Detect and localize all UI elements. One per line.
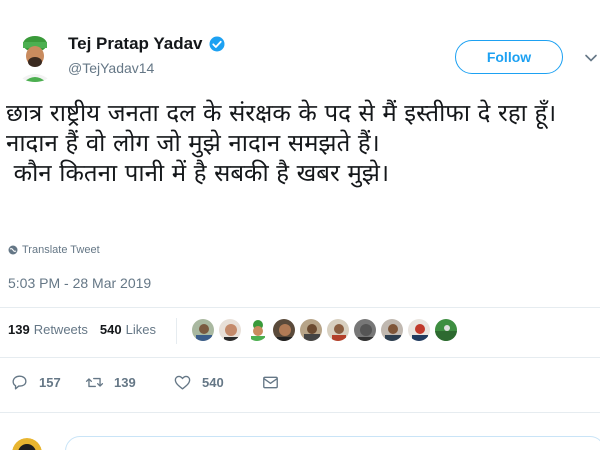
author-avatar[interactable] [10,32,60,82]
follow-button[interactable]: Follow [455,40,563,74]
liker-avatar[interactable] [218,318,242,342]
liker-avatars [191,318,461,342]
current-user-avatar[interactable] [12,438,42,450]
like-button[interactable]: 540 [173,373,261,392]
like-count: 540 [202,375,224,390]
divider [176,318,177,344]
reply-input[interactable] [65,436,600,450]
tweet-header: Tej Pratap Yadav @TejYadav14 Follow [0,0,600,100]
liker-avatar[interactable] [380,318,404,342]
reply-button[interactable]: 157 [10,373,85,392]
retweets-stat[interactable]: 139 Retweets [8,322,88,337]
retweet-count: 139 [114,375,136,390]
chevron-down-icon[interactable] [584,50,598,64]
liker-avatar[interactable] [191,318,215,342]
liker-avatar[interactable] [434,318,458,342]
translate-tweet-label: Translate Tweet [22,244,100,256]
liker-avatar[interactable] [326,318,350,342]
likes-count: 540 [99,322,122,337]
retweets-label: Retweets [33,322,88,337]
author-handle[interactable]: @TejYadav14 [68,60,154,76]
like-icon [174,375,191,390]
retweet-icon [85,377,104,388]
liker-avatar[interactable] [407,318,431,342]
liker-avatar[interactable] [299,318,323,342]
tweet-stats: 139 Retweets 540 Likes [8,322,156,337]
direct-message-button[interactable] [261,373,280,392]
tweet-actions: 157 139 540 [10,373,280,392]
likes-label: Likes [125,322,156,337]
liker-avatar[interactable] [272,318,296,342]
message-icon [263,376,278,389]
tweet-timestamp[interactable]: 5:03 PM - 28 Mar 2019 [8,275,151,291]
retweets-count: 139 [8,322,30,337]
translate-tweet-link[interactable]: Translate Tweet [8,244,100,256]
liker-avatar[interactable] [353,318,377,342]
tweet-text: छात्र राष्ट्रीय जनता दल के संरक्षक के पद… [6,99,557,187]
reply-icon [12,375,27,390]
globe-icon [8,245,18,255]
author-name-row: Tej Pratap Yadav [68,34,226,54]
divider [0,412,600,413]
author-display-name[interactable]: Tej Pratap Yadav [68,34,203,54]
retweet-button[interactable]: 139 [85,373,173,392]
tweet-card: Tej Pratap Yadav @TejYadav14 Follow छात्… [0,0,600,450]
verified-badge-icon [208,35,226,53]
reply-count: 157 [39,375,61,390]
likes-stat[interactable]: 540 Likes [100,322,156,337]
divider [0,307,600,308]
liker-avatar[interactable] [245,318,269,342]
divider [0,357,600,358]
